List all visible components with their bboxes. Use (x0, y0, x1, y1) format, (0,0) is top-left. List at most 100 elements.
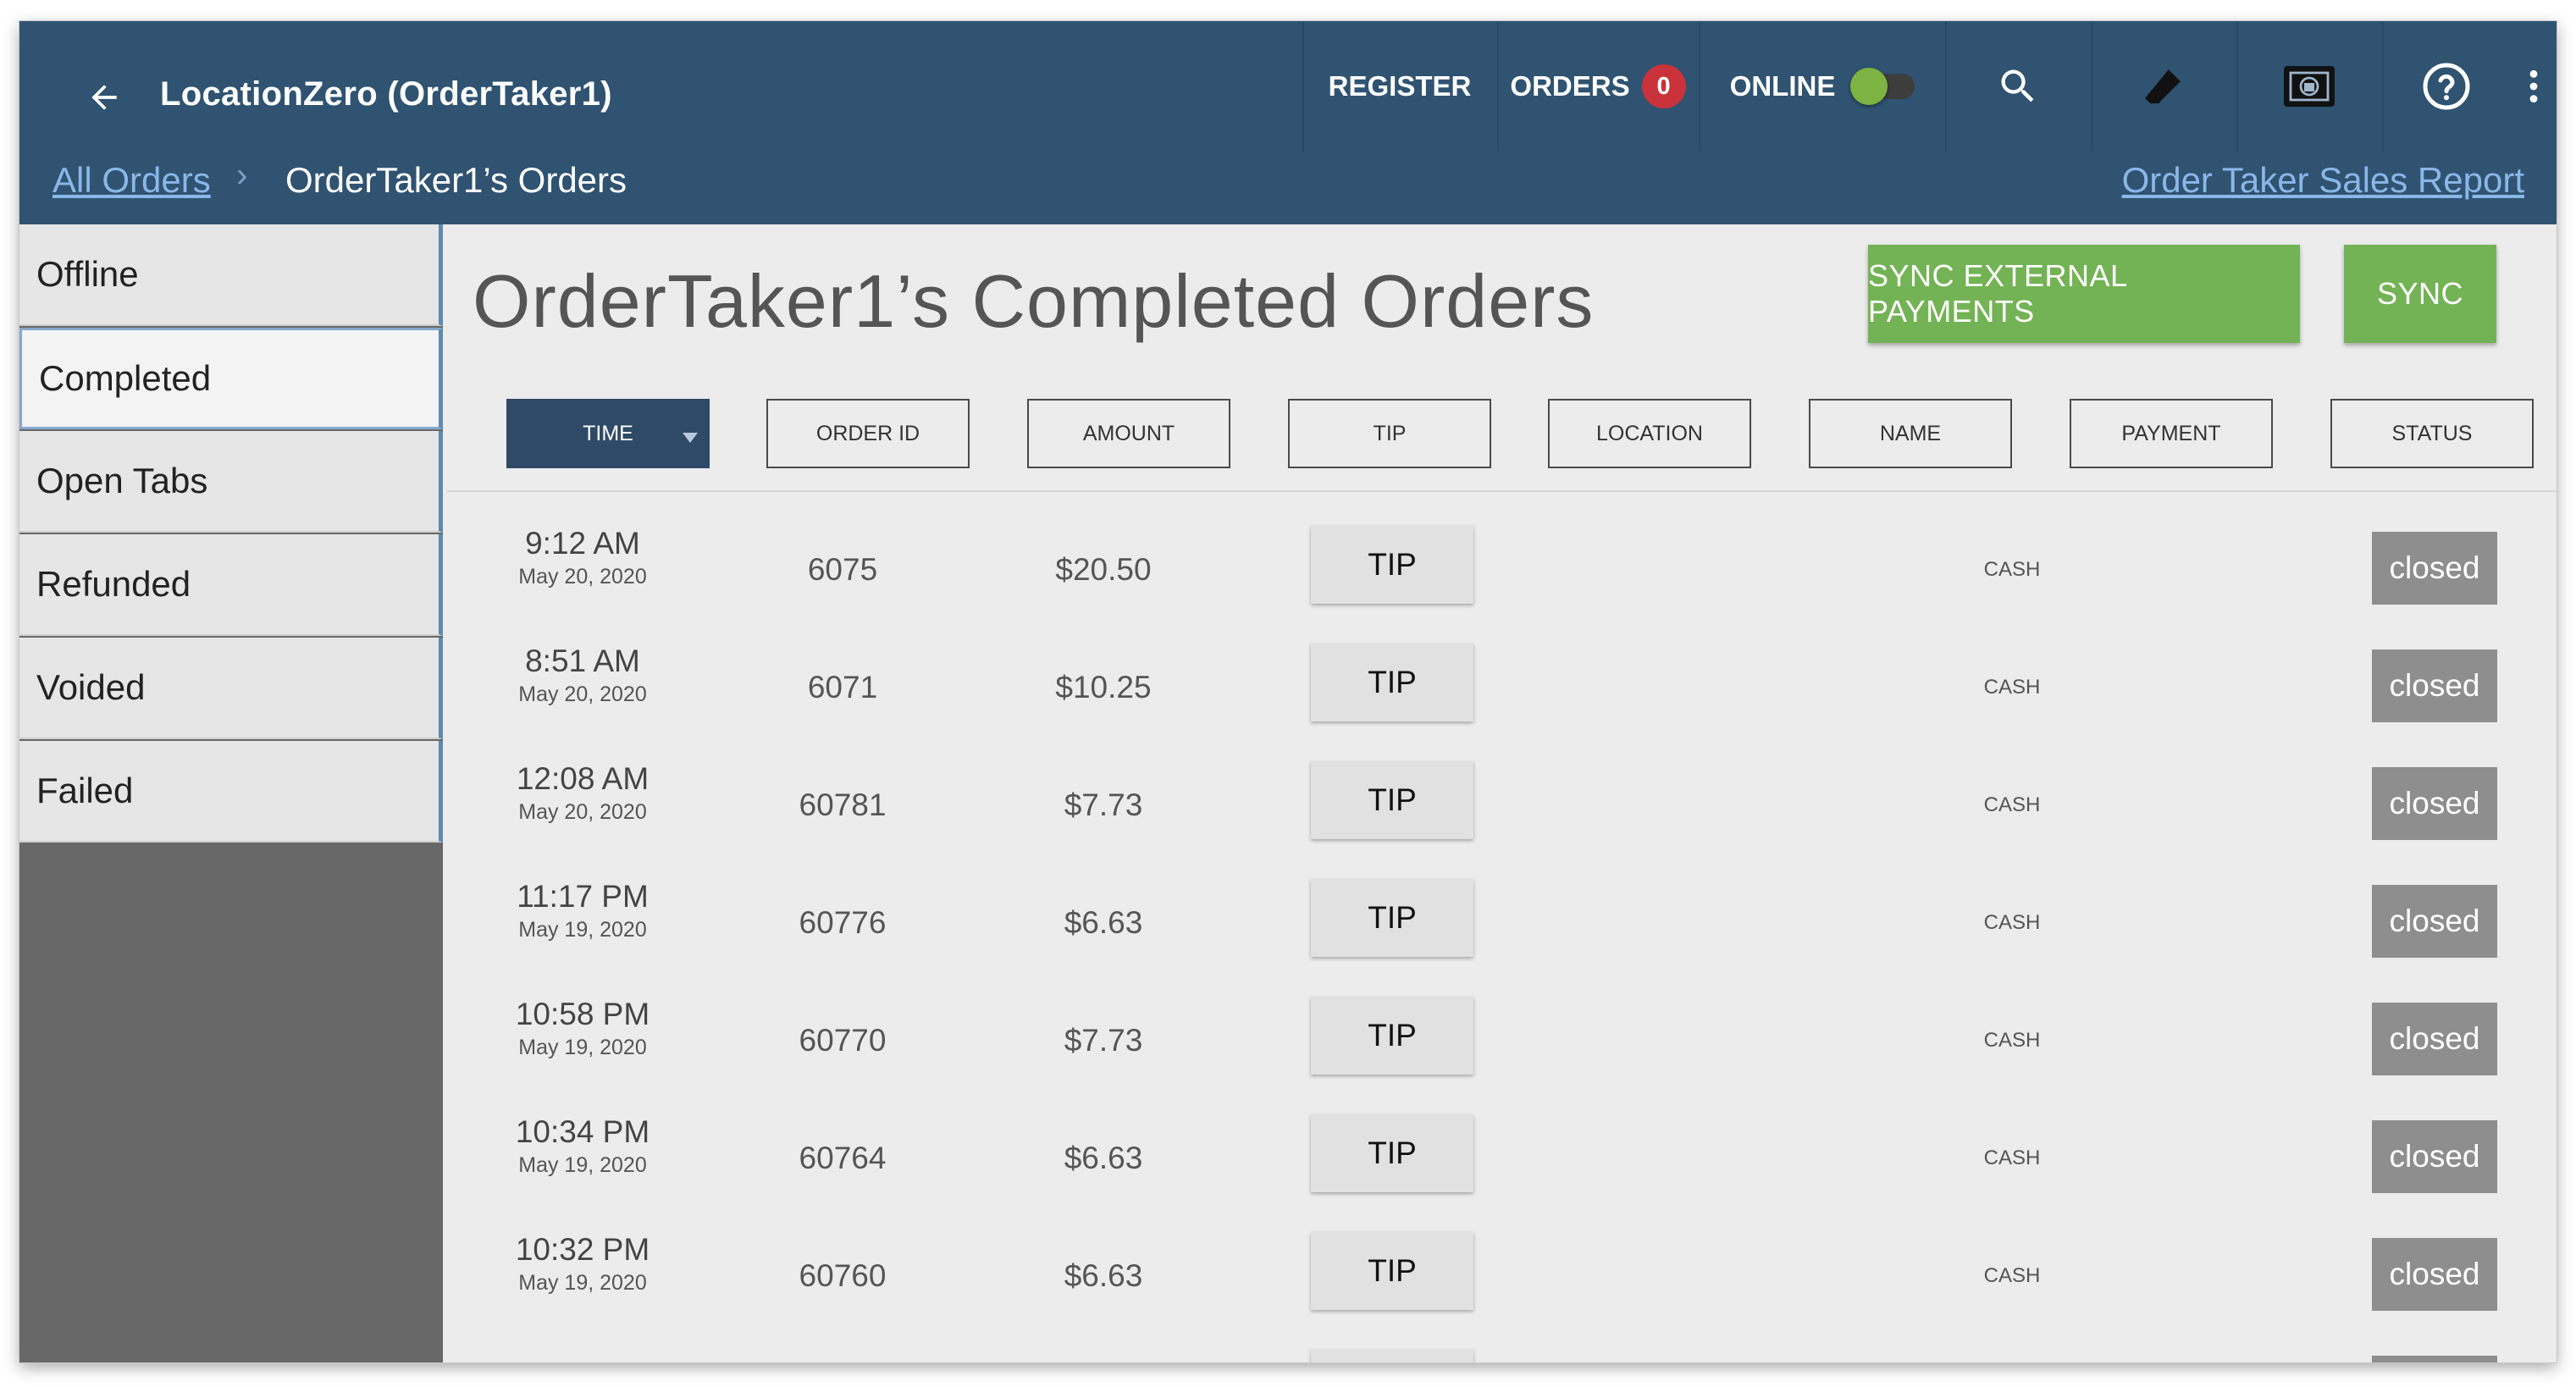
header-divider (447, 490, 2557, 492)
sidebar-item-open-tabs[interactable]: Open Tabs (19, 431, 443, 533)
time-cell: 9:12 AM May 20, 2020 (481, 526, 684, 589)
column-header-tip[interactable]: TIP (1288, 399, 1491, 468)
order-amount: $6.63 (1064, 1140, 1143, 1175)
help-button[interactable] (2382, 21, 2509, 152)
order-amount: $7.73 (1064, 1022, 1143, 1058)
column-header-location[interactable]: LOCATION (1548, 399, 1751, 468)
sidebar-item-refunded[interactable]: Refunded (19, 534, 443, 636)
sidebar-item-offline[interactable]: Offline (19, 224, 443, 326)
sidebar-item-label: Voided (36, 667, 146, 707)
order-date: May 19, 2020 (518, 1271, 647, 1295)
status-badge: closed (2372, 767, 2497, 840)
table-row[interactable]: 10:32 PM May 19, 2020 60760 $6.63 TIP CA… (447, 1217, 2557, 1335)
online-toggle[interactable]: ONLINE (1699, 21, 1944, 152)
order-time: 12:08 AM (516, 761, 650, 796)
sync-button[interactable]: SYNC (2344, 245, 2496, 343)
order-name: CASH (1983, 675, 2041, 699)
table-row[interactable]: 11:17 PM May 19, 2020 60776 $6.63 TIP CA… (447, 864, 2557, 981)
order-date: May 20, 2020 (518, 800, 647, 824)
order-date: May 19, 2020 (518, 918, 647, 942)
order-id: 6071 (807, 669, 878, 705)
time-cell: 11:17 PM May 19, 2020 (481, 879, 684, 942)
back-button[interactable] (66, 55, 142, 140)
time-cell: 8:51 AM May 20, 2020 (481, 644, 684, 707)
tip-button[interactable]: TIP (1311, 761, 1473, 839)
tip-button[interactable]: TIP (1311, 644, 1473, 721)
status-badge: closed (2372, 1003, 2497, 1075)
order-name: CASH (1983, 793, 2041, 816)
sidebar-item-failed[interactable]: Failed (19, 741, 443, 843)
column-header-amount[interactable]: AMOUNT (1027, 399, 1230, 468)
column-header-label: AMOUNT (1082, 421, 1175, 445)
order-name: CASH (1983, 910, 2041, 934)
order-name: CASH (1983, 1146, 2041, 1169)
more-menu-button[interactable] (2511, 21, 2557, 152)
eraser-button[interactable] (2091, 21, 2235, 152)
sidebar-item-completed[interactable]: Completed (19, 328, 443, 429)
breadcrumb-current: OrderTaker1’s Orders (285, 160, 627, 200)
search-icon (2001, 69, 2034, 102)
sidebar: Offline Completed Open Tabs Refunded Voi… (19, 224, 443, 1362)
order-time: 10:58 PM (515, 997, 650, 1031)
tip-button[interactable]: TIP (1311, 526, 1473, 604)
table-row-partial[interactable] (447, 1335, 2557, 1362)
orders-count-badge: 0 (1641, 64, 1686, 108)
sidebar-item-voided[interactable]: Voided (19, 638, 443, 739)
time-cell: 10:58 PM May 19, 2020 (481, 997, 684, 1060)
tip-button[interactable]: TIP (1311, 1114, 1473, 1192)
tip-button[interactable]: TIP (1311, 1232, 1473, 1310)
order-date: May 19, 2020 (518, 1153, 647, 1177)
orders-button[interactable]: ORDERS 0 (1497, 21, 1697, 152)
table-row[interactable]: 12:08 AM May 20, 2020 60781 $7.73 TIP CA… (447, 746, 2557, 864)
column-header-order-id[interactable]: ORDER ID (766, 399, 970, 468)
breadcrumb-all-orders[interactable]: All Orders (53, 160, 211, 201)
column-header-label: NAME (1879, 421, 1942, 445)
column-header-name[interactable]: NAME (1809, 399, 2012, 468)
column-header-time[interactable]: TIME (506, 399, 710, 468)
column-header-label: TIP (1373, 421, 1407, 445)
column-header-payment[interactable]: PAYMENT (2070, 399, 2273, 468)
status-badge: closed (2372, 885, 2497, 958)
time-cell: 10:32 PM May 19, 2020 (481, 1232, 684, 1296)
order-time: 10:34 PM (515, 1114, 650, 1149)
app-title: LocationZero (OrderTaker1) (160, 75, 612, 113)
tip-button[interactable] (1311, 1350, 1473, 1362)
tip-button[interactable]: TIP (1311, 997, 1473, 1075)
order-amount: $10.25 (1055, 669, 1152, 705)
sales-report-link[interactable]: Order Taker Sales Report (2122, 160, 2524, 201)
tip-button[interactable]: TIP (1311, 879, 1473, 957)
column-header-status[interactable]: STATUS (2330, 399, 2534, 468)
status-badge (2372, 1356, 2497, 1362)
column-header-label: LOCATION (1596, 421, 1703, 445)
sidebar-item-label: Open Tabs (36, 461, 208, 500)
register-button[interactable]: REGISTER (1302, 21, 1495, 152)
status-badge: closed (2372, 532, 2497, 605)
order-id: 60770 (799, 1022, 887, 1058)
table-row[interactable]: 10:58 PM May 19, 2020 60770 $7.73 TIP CA… (447, 981, 2557, 1099)
app-bar: LocationZero (OrderTaker1) REGISTER ORDE… (19, 21, 2557, 224)
order-date: May 19, 2020 (518, 1036, 647, 1059)
search-button[interactable] (1945, 21, 2089, 152)
order-amount: $6.63 (1064, 904, 1143, 940)
status-badge: closed (2372, 1238, 2497, 1311)
order-amount: $6.63 (1064, 1257, 1143, 1293)
app-window: LocationZero (OrderTaker1) REGISTER ORDE… (19, 21, 2557, 1362)
sync-external-payments-button[interactable]: SYNC EXTERNAL PAYMENTS (1868, 245, 2300, 343)
order-id: 6075 (807, 551, 878, 587)
sort-desc-icon (683, 433, 698, 443)
cash-drawer-button[interactable] (2236, 21, 2380, 152)
order-date: May 20, 2020 (518, 565, 647, 589)
table-row[interactable]: 9:12 AM May 20, 2020 6075 $20.50 TIP CAS… (447, 511, 2557, 628)
column-header-label: TIME (583, 421, 633, 445)
table-row[interactable]: 8:51 AM May 20, 2020 6071 $10.25 TIP CAS… (447, 628, 2557, 746)
orders-label: ORDERS (1510, 70, 1630, 102)
online-switch[interactable] (1850, 68, 1915, 105)
page-title: OrderTaker1’s Completed Orders (473, 259, 1595, 343)
order-id: 60760 (799, 1257, 887, 1293)
table-row[interactable]: 10:34 PM May 19, 2020 60764 $6.63 TIP CA… (447, 1099, 2557, 1217)
order-id: 60776 (799, 904, 887, 940)
order-id: 60781 (799, 787, 887, 822)
sidebar-item-label: Offline (36, 254, 139, 294)
time-cell: 10:34 PM May 19, 2020 (481, 1114, 684, 1178)
eraser-icon (2145, 69, 2181, 104)
